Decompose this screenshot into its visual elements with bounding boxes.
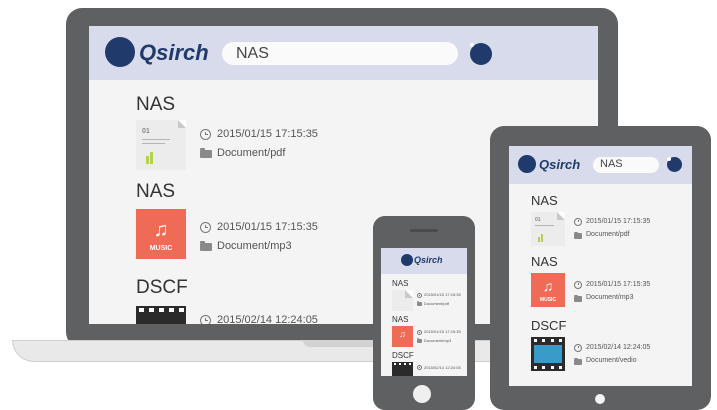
folder-icon: [200, 241, 212, 251]
video-thumbnail[interactable]: [531, 337, 565, 371]
pdf-chart-bar: [150, 152, 153, 164]
result-datetime: 2015/01/15 17:15:35: [424, 292, 461, 297]
result-title[interactable]: NAS: [531, 254, 558, 269]
music-note-icon: ♫: [153, 219, 169, 241]
film-holes: [136, 306, 186, 315]
pdf-thumbnail[interactable]: 01: [531, 212, 565, 246]
pdf-chart-bar: [146, 156, 149, 164]
app-header: Qsirch: [381, 248, 467, 274]
result-title[interactable]: NAS: [136, 94, 175, 116]
film-holes: [392, 362, 413, 365]
clock-icon: [574, 344, 582, 352]
pdf-chart-bar: [541, 234, 543, 242]
search-icon[interactable]: [470, 43, 492, 65]
app-header: Qsirch NAS: [89, 26, 598, 80]
clock-icon: [417, 330, 422, 335]
result-title[interactable]: NAS: [392, 279, 408, 288]
app-logo-text: Qsirch: [539, 157, 581, 172]
film-holes: [531, 364, 565, 371]
music-note-icon: ♫: [542, 278, 554, 294]
result-datetime: 2015/02/14 12:24:05: [424, 365, 461, 370]
qsirch-logo-icon: [518, 155, 536, 173]
result-title[interactable]: DSCF: [392, 351, 414, 360]
result-datetime: 2015/01/15 17:15:35: [217, 221, 318, 233]
result-title[interactable]: DSCF: [136, 277, 188, 299]
mp3-thumbnail[interactable]: ♫ MUSIC: [531, 273, 565, 307]
clock-icon: [200, 315, 211, 324]
pdf-thumbnail[interactable]: 01: [136, 120, 186, 170]
app-logo-text: Qsirch: [414, 255, 443, 265]
search-icon[interactable]: [667, 157, 682, 172]
pdf-page-number: 01: [535, 217, 541, 223]
result-path[interactable]: Document/pdf: [424, 301, 449, 306]
video-thumbnail[interactable]: [136, 306, 186, 324]
video-frame-image: [534, 345, 562, 363]
app-header: Qsirch NAS: [509, 146, 692, 184]
result-path[interactable]: Document/pdf: [217, 147, 285, 159]
music-note-icon: ♫: [399, 329, 406, 339]
clock-icon: [200, 222, 211, 233]
result-datetime: 2015/02/14 12:24:05: [586, 344, 651, 351]
result-title[interactable]: DSCF: [531, 318, 566, 333]
result-path[interactable]: Document/vedio: [586, 357, 637, 364]
pdf-text-line: [142, 139, 170, 140]
mp3-thumbnail[interactable]: ♫ MUSIC: [136, 209, 186, 259]
folder-icon: [574, 294, 582, 302]
mp3-thumbnail[interactable]: ♫: [392, 326, 413, 347]
qsirch-logo-icon: [401, 254, 413, 266]
qsirch-logo-icon: [105, 37, 135, 67]
result-path[interactable]: Document/mp3: [217, 240, 292, 252]
result-datetime: 2015/01/15 17:15:35: [586, 218, 651, 225]
pdf-text-line: [142, 143, 165, 144]
result-path[interactable]: Document/mp3: [586, 294, 633, 301]
mp3-thumb-label: MUSIC: [539, 297, 557, 303]
folder-icon: [574, 357, 582, 365]
result-datetime: 2015/02/14 12:24:05: [217, 314, 318, 324]
clock-icon: [200, 129, 211, 140]
phone-speaker: [410, 229, 438, 232]
pdf-page-number: 01: [142, 128, 150, 135]
phone-screen: Qsirch NAS 2015/01/15 17:15:35 Document/…: [381, 248, 467, 376]
result-path[interactable]: Document/pdf: [586, 231, 630, 238]
video-thumbnail[interactable]: [392, 362, 413, 376]
phone-home-button[interactable]: [413, 385, 431, 403]
result-title[interactable]: NAS: [531, 193, 558, 208]
pdf-thumbnail[interactable]: [392, 290, 413, 311]
clock-icon: [417, 293, 422, 298]
film-holes: [531, 337, 565, 344]
pdf-chart-bar: [538, 237, 540, 242]
search-input[interactable]: NAS: [593, 157, 659, 173]
result-title[interactable]: NAS: [392, 315, 408, 324]
mp3-thumb-label: MUSIC: [149, 245, 173, 252]
search-input[interactable]: NAS: [222, 42, 458, 65]
clock-icon: [574, 281, 582, 289]
pdf-text-line: [535, 225, 554, 226]
clock-icon: [417, 365, 422, 370]
result-title[interactable]: NAS: [136, 181, 175, 203]
result-datetime: 2015/01/15 17:15:35: [586, 281, 651, 288]
folder-icon: [417, 338, 422, 343]
folder-icon: [200, 148, 212, 158]
result-path[interactable]: Document/mp3: [424, 338, 451, 343]
folder-icon: [574, 231, 582, 239]
tablet-home-button[interactable]: [595, 394, 605, 404]
folder-icon: [417, 301, 422, 306]
app-logo-text: Qsirch: [139, 40, 209, 65]
tablet-screen: Qsirch NAS NAS 01 2015/01/15 17:15:35 Do…: [509, 146, 692, 386]
result-datetime: 2015/01/15 17:15:35: [424, 329, 461, 334]
result-datetime: 2015/01/15 17:15:35: [217, 128, 318, 140]
clock-icon: [574, 218, 582, 226]
